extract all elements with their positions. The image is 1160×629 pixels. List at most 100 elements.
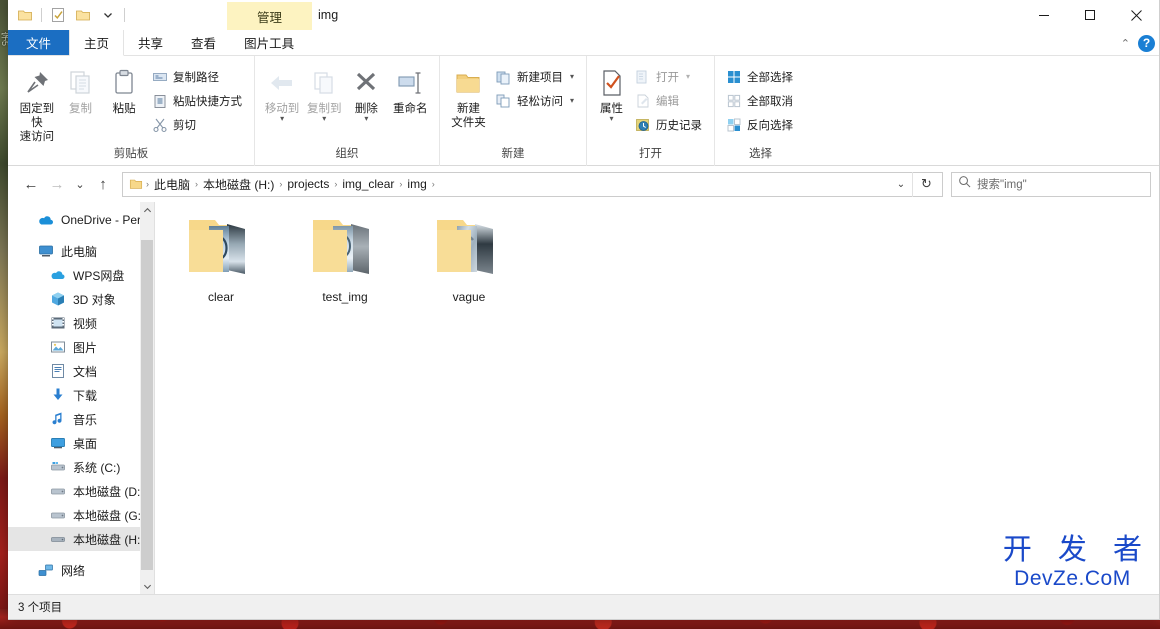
sidebar-item-label: 本地磁盘 (D:) [73,484,145,499]
paste-button[interactable]: 粘贴 [103,62,145,116]
breadcrumb-item-drive-h[interactable]: 本地磁盘 (H:) [199,176,278,193]
breadcrumb-item-this-pc[interactable]: 此电脑 [150,176,194,193]
properties-quick-icon[interactable] [14,4,36,26]
collapse-ribbon-icon[interactable]: ⌃ [1121,37,1130,50]
new-item-button[interactable]: 新建项目 ▾ [491,66,578,88]
explorer-body: OneDrive - Pers 此电脑 WPS网盘 3D 对象 视频 图片 文档… [8,202,1159,594]
up-button[interactable]: ↑ [90,171,116,197]
folder-path-icon [127,177,145,191]
file-list-pane[interactable]: clear test_img vague 开 发 者 DevZe.CoM [155,202,1159,594]
sidebar-item-network[interactable]: 网络 [8,558,154,582]
search-input[interactable]: 搜索"img" [977,176,1027,192]
sidebar-item-desktop[interactable]: 桌面 [8,431,154,455]
undo-quick-icon[interactable] [72,4,94,26]
sidebar-item-onedrive[interactable]: OneDrive - Pers [8,208,154,232]
new-folder-button[interactable]: 新建 文件夹 [448,62,489,130]
cut-button[interactable]: 剪切 [147,114,246,136]
navigation-scrollbar[interactable] [140,202,154,594]
sidebar-item-videos[interactable]: 视频 [8,311,154,335]
history-button[interactable]: 历史记录 [630,114,706,136]
sidebar-item-drive-g[interactable]: 本地磁盘 (G:) [8,503,154,527]
sidebar-item-documents[interactable]: 文档 [8,359,154,383]
paste-shortcut-button[interactable]: 粘贴快捷方式 [147,90,246,112]
invert-selection-icon [725,117,742,134]
sidebar-item-music[interactable]: 音乐 [8,407,154,431]
help-icon[interactable]: ? [1138,34,1155,52]
sidebar-item-3d-objects[interactable]: 3D 对象 [8,287,154,311]
copy-label: 复制 [69,103,92,115]
rename-button[interactable]: 重命名 [389,62,431,116]
back-button[interactable]: ← [18,171,44,197]
sidebar-item-wps-cloud[interactable]: WPS网盘 [8,263,154,287]
close-button[interactable] [1113,0,1159,30]
copy-to-caret[interactable]: ▾ [322,115,326,123]
tab-home[interactable]: 主页 [69,30,125,56]
folder-thumbnail [431,212,507,284]
invert-selection-button[interactable]: 反向选择 [721,114,797,136]
navigation-pane: OneDrive - Pers 此电脑 WPS网盘 3D 对象 视频 图片 文档… [8,202,154,594]
list-item[interactable]: vague [425,212,513,304]
scroll-down-icon[interactable] [140,578,154,594]
sidebar-item-drive-d[interactable]: 本地磁盘 (D:) [8,479,154,503]
sidebar-item-drive-h[interactable]: 本地磁盘 (H:) [8,527,154,551]
ribbon-group-organize: 移动到 ▾ 复制到 ▾ 删除 ▾ 重命名 组织 [254,56,439,166]
search-box[interactable]: 搜索"img" [951,171,1151,197]
list-item[interactable]: test_img [301,212,389,304]
select-all-button[interactable]: 全部选择 [721,66,797,88]
properties-caret[interactable]: ▾ [609,115,613,123]
properties-button[interactable]: 属性 ▾ [595,62,628,123]
breadcrumb-item-projects[interactable]: projects [283,177,333,191]
address-bar[interactable]: › 此电脑 › 本地磁盘 (H:) › projects › img_clear… [122,171,943,197]
minimize-button[interactable] [1021,0,1067,30]
contextual-tab-header[interactable]: 管理 [227,2,312,30]
list-item[interactable]: clear [177,212,265,304]
search-icon [958,175,971,193]
pin-to-quick-access-button[interactable]: 固定到快 速访问 [16,62,58,144]
forward-button[interactable]: → [44,171,70,197]
refresh-button[interactable]: ↻ [912,171,940,197]
copy-path-button[interactable]: 复制路径 [147,66,246,88]
recent-locations-button[interactable]: ⌄ [70,171,90,197]
desktop-icon [50,435,66,451]
sidebar-item-this-pc[interactable]: 此电脑 [8,239,154,263]
edit-button[interactable]: 编辑 [630,90,706,112]
address-dropdown-icon[interactable]: ⌄ [890,179,912,190]
scroll-up-icon[interactable] [140,202,154,218]
maximize-button[interactable] [1067,0,1113,30]
open-caret[interactable]: ▾ [686,73,690,81]
customize-quick-caret[interactable] [97,4,119,26]
easy-access-caret[interactable]: ▾ [570,97,574,105]
breadcrumb-separator[interactable]: › [431,179,436,189]
sidebar-item-system-c[interactable]: 系统 (C:) [8,455,154,479]
new-item-caret[interactable]: ▾ [570,73,574,81]
tab-share[interactable]: 共享 [124,30,177,55]
easy-access-button[interactable]: 轻松访问 ▾ [491,90,578,112]
rename-label: 重命名 [392,103,428,115]
open-label: 打开 [656,72,679,84]
copy-to-button[interactable]: 复制到 ▾ [305,62,343,123]
ribbon-group-clipboard: 固定到快 速访问 复制 粘贴 复制路径 粘贴快捷方式 剪切 剪贴板 [8,56,254,166]
breadcrumb-item-img[interactable]: img [403,177,430,191]
select-none-button[interactable]: 全部取消 [721,90,797,112]
move-to-caret[interactable]: ▾ [280,115,284,123]
copy-path-label: 复制路径 [173,72,220,84]
copy-button[interactable]: 复制 [60,62,102,116]
open-button[interactable]: 打开 ▾ [630,66,706,88]
paste-label: 粘贴 [112,103,136,115]
new-folder-quick-icon[interactable] [47,4,69,26]
local-drive-icon [50,507,66,523]
scrollbar-thumb[interactable] [141,240,153,570]
watermark-cn: 开 发 者 [1002,534,1151,566]
delete-button[interactable]: 删除 ▾ [347,62,385,123]
delete-caret[interactable]: ▾ [364,115,368,123]
tab-file[interactable]: 文件 [8,30,70,55]
move-to-button[interactable]: 移动到 ▾ [263,62,301,123]
breadcrumb-item-img-clear[interactable]: img_clear [338,177,398,191]
tab-picture-tools[interactable]: 图片工具 [230,28,309,55]
pin-to-quick-access-label: 固定到快 速访问 [19,103,55,143]
sidebar-item-downloads[interactable]: 下载 [8,383,154,407]
tab-view[interactable]: 查看 [177,30,230,55]
sidebar-item-pictures[interactable]: 图片 [8,335,154,359]
3d-objects-icon [50,291,66,307]
easy-access-icon [495,93,512,110]
